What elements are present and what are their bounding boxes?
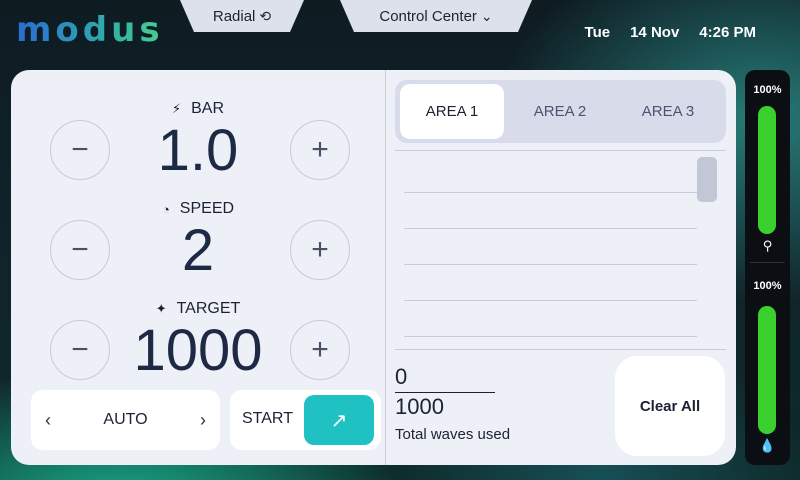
tab-area-2[interactable]: AREA 2 xyxy=(508,84,612,139)
panel-divider xyxy=(385,70,386,465)
clear-all-button[interactable]: Clear All xyxy=(615,356,725,456)
top-level-gauge xyxy=(758,106,776,234)
top-level-fill xyxy=(758,106,776,234)
list-scrollbar[interactable] xyxy=(697,157,717,202)
target-increase-button[interactable]: + xyxy=(290,320,350,380)
area-tabs: AREA 1 AREA 2 AREA 3 xyxy=(395,80,726,143)
target-control: ✦ TARGET 1000 − + xyxy=(11,270,385,380)
day-text: Tue xyxy=(584,24,611,41)
list-divider-top xyxy=(395,150,726,151)
speed-control: ◔ SPEED 2 − + xyxy=(11,170,385,280)
datetime: Tue 14 Nov 4:26 PM xyxy=(585,24,756,41)
waves-caption: Total waves used xyxy=(395,426,511,443)
pin-icon: ⚲ xyxy=(762,238,773,253)
bar-label-row: ⚡ BAR xyxy=(11,100,385,118)
list-divider-bottom xyxy=(395,349,726,350)
list-row-divider xyxy=(404,228,697,229)
tab-radial[interactable]: Radial ⟲ xyxy=(180,0,304,32)
mode-label: AUTO xyxy=(103,411,148,428)
bottom-level-fill xyxy=(758,306,776,434)
speed-label-row: ◔ SPEED xyxy=(11,200,385,218)
main-panel: ⚡ BAR 1.0 − + ◔ SPEED 2 − + ✦ TARGET 100… xyxy=(11,70,736,465)
top-level-percent: 100% xyxy=(753,84,782,96)
target-label-row: ✦ TARGET xyxy=(11,300,385,318)
gauge-separator xyxy=(750,262,785,263)
list-row-divider xyxy=(404,192,697,193)
drop-icon: 💧 xyxy=(759,438,776,453)
mode-next-button[interactable]: › xyxy=(200,410,206,431)
tab-area-3[interactable]: AREA 3 xyxy=(616,84,720,139)
tab-radial-label: Radial xyxy=(212,7,256,25)
bar-label: BAR xyxy=(191,100,225,117)
waves-used: 0 xyxy=(395,364,408,389)
target-label: TARGET xyxy=(176,300,241,317)
fraction-bar xyxy=(395,392,495,393)
app-logo: modus xyxy=(16,10,164,50)
date-text: 14 Nov xyxy=(630,24,680,41)
start-label: START xyxy=(242,410,293,427)
lightning-icon: ⚡ xyxy=(171,101,182,116)
mode-prev-button[interactable]: ‹ xyxy=(45,410,51,431)
arrow-up-right-icon: ↗ xyxy=(330,409,348,432)
list-row-divider xyxy=(404,264,697,265)
time-text: 4:26 PM xyxy=(699,24,756,41)
start-control: START ↗ xyxy=(230,390,381,450)
refresh-icon: ⟲ xyxy=(259,7,272,24)
bottom-level-percent: 100% xyxy=(753,280,782,292)
list-row-divider xyxy=(404,300,697,301)
speed-label: SPEED xyxy=(179,200,235,217)
mode-selector: ‹ AUTO › xyxy=(31,390,220,450)
tab-control-center-label: Control Center xyxy=(379,7,477,25)
start-button[interactable]: ↗ xyxy=(304,395,374,445)
bar-control: ⚡ BAR 1.0 − + xyxy=(11,70,385,180)
chevron-down-icon: ⌄ xyxy=(480,7,493,24)
tab-area-1[interactable]: AREA 1 xyxy=(400,84,504,139)
list-row-divider xyxy=(404,336,697,337)
waves-total: 1000 xyxy=(395,394,444,419)
target-decrease-button[interactable]: − xyxy=(50,320,110,380)
bottom-level-gauge xyxy=(758,306,776,434)
gauge-icon: ◔ xyxy=(161,201,170,217)
tab-control-center[interactable]: Control Center ⌄ xyxy=(340,0,532,32)
waves-counter: 0 1000 Total waves used xyxy=(395,364,510,443)
level-sidebar: 100% ⚲ 100% 💧 xyxy=(745,70,790,465)
sparkle-icon: ✦ xyxy=(155,301,167,316)
